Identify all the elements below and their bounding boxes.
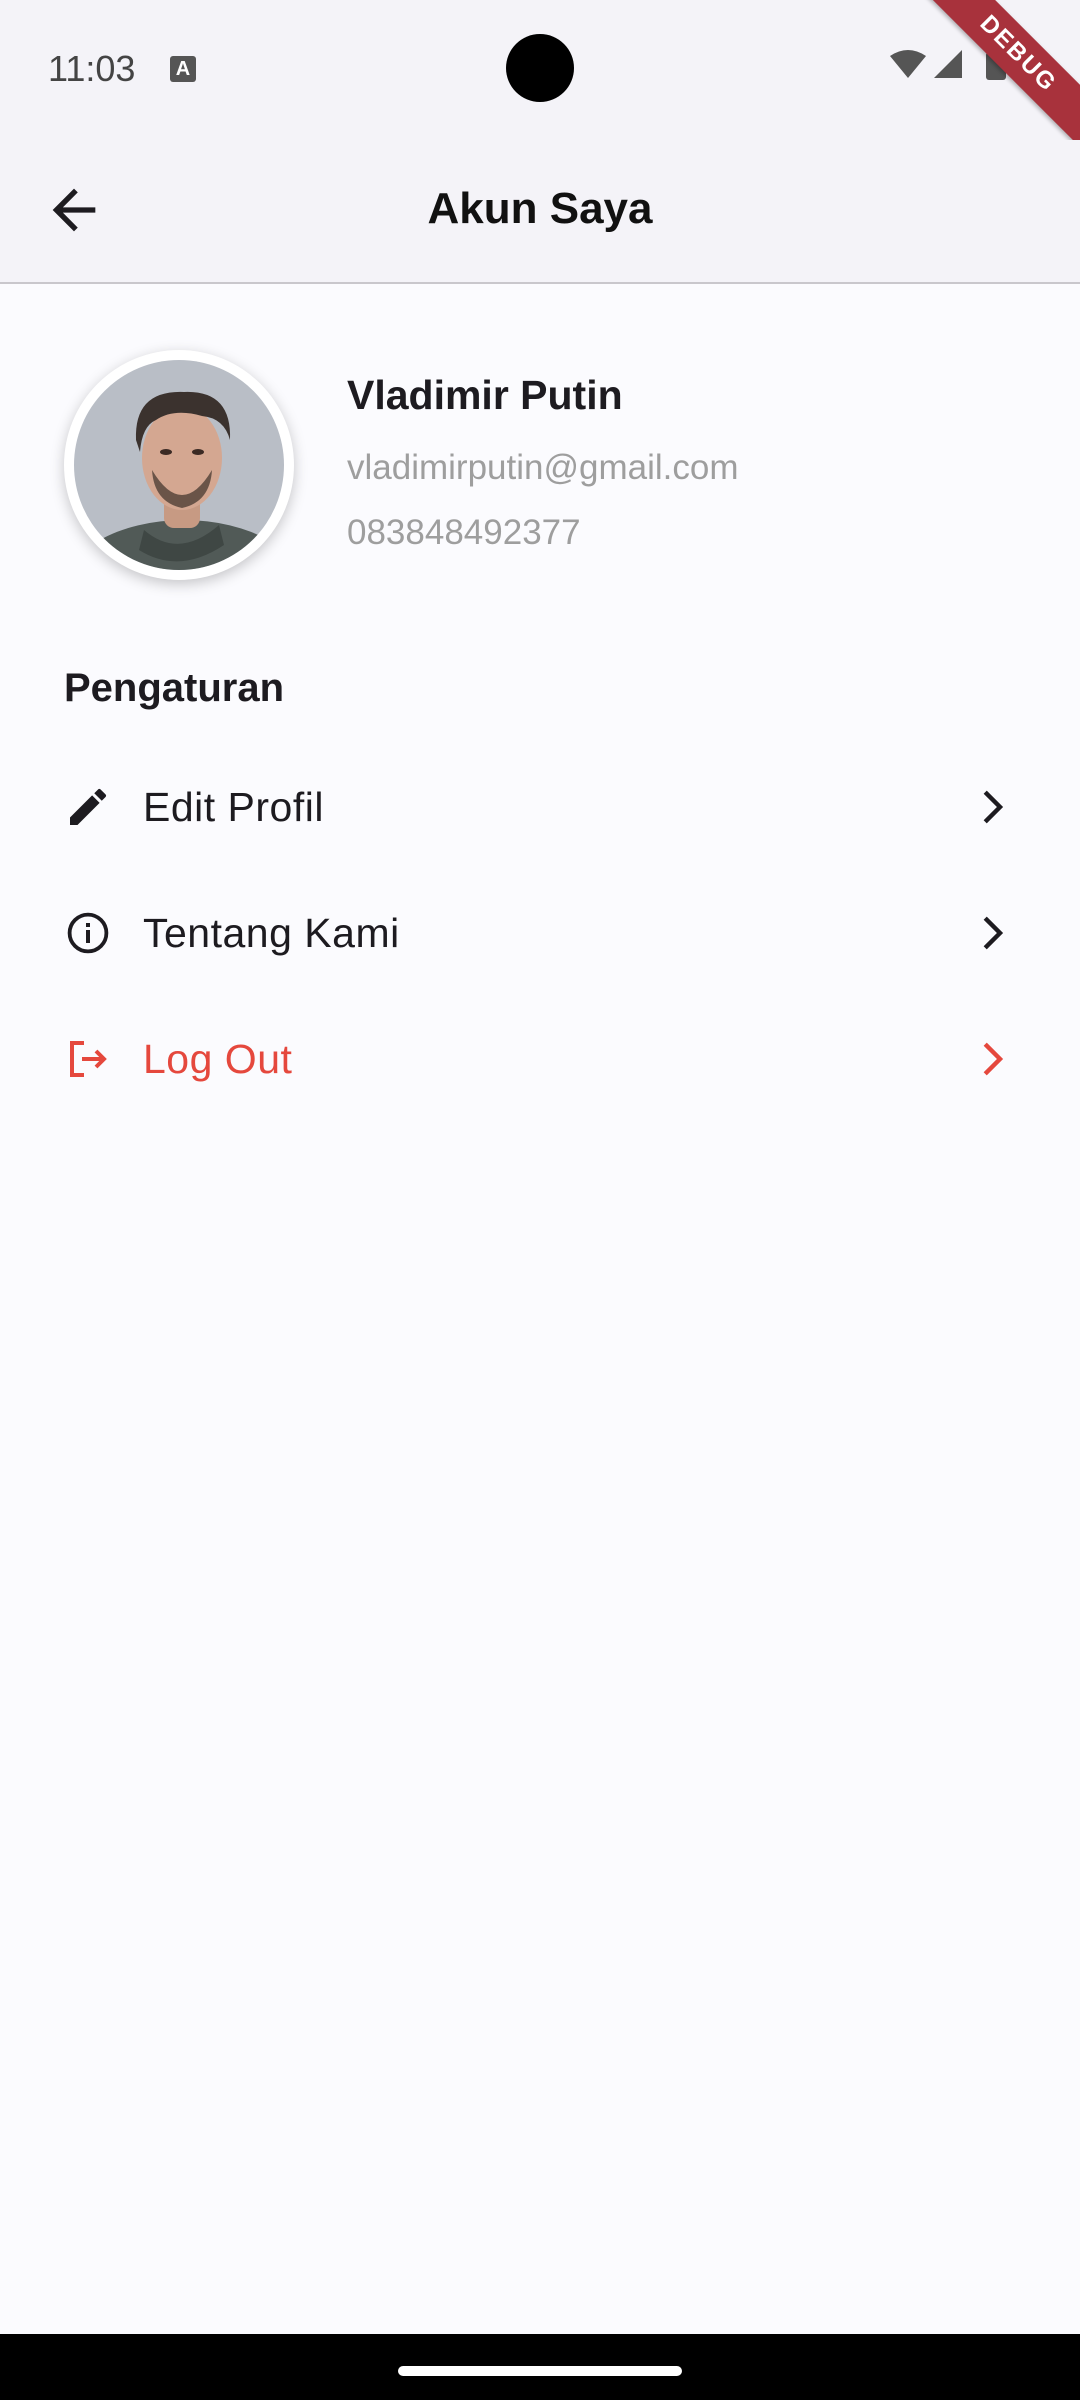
menu-item-about-us[interactable]: Tentang Kami bbox=[0, 870, 1080, 996]
profile-email: vladimirputin@gmail.com bbox=[347, 448, 739, 487]
info-icon bbox=[67, 912, 109, 954]
notification-icon: A bbox=[170, 56, 196, 82]
avatar-photo bbox=[74, 360, 284, 570]
menu-item-label: Log Out bbox=[143, 1036, 293, 1082]
menu-item-edit-profile[interactable]: Edit Profil bbox=[0, 744, 1080, 870]
status-time: 11:03 bbox=[48, 48, 136, 89]
menu-item-label: Tentang Kami bbox=[143, 910, 400, 956]
profile-name: Vladimir Putin bbox=[347, 372, 623, 418]
pencil-icon bbox=[70, 788, 107, 825]
menu-item-log-out[interactable]: Log Out bbox=[0, 996, 1080, 1122]
signal-icon bbox=[934, 50, 962, 78]
logout-icon bbox=[70, 1041, 107, 1077]
status-bar: 11:03 A DEBUG bbox=[0, 0, 1080, 155]
page-title: Akun Saya bbox=[427, 184, 653, 233]
section-title: Pengaturan bbox=[64, 666, 285, 710]
menu-item-label: Edit Profil bbox=[143, 784, 324, 830]
chevron-right-icon bbox=[983, 790, 1004, 824]
chevron-right-icon bbox=[983, 1042, 1004, 1076]
profile-phone: 083848492377 bbox=[347, 513, 581, 552]
chevron-right-icon bbox=[983, 916, 1004, 950]
wifi-icon bbox=[890, 50, 926, 78]
app-bar: Akun Saya bbox=[0, 140, 1080, 284]
system-navigation-bar bbox=[0, 2334, 1080, 2400]
camera-cutout bbox=[506, 34, 574, 102]
avatar bbox=[64, 350, 294, 580]
home-indicator[interactable] bbox=[398, 2366, 682, 2376]
